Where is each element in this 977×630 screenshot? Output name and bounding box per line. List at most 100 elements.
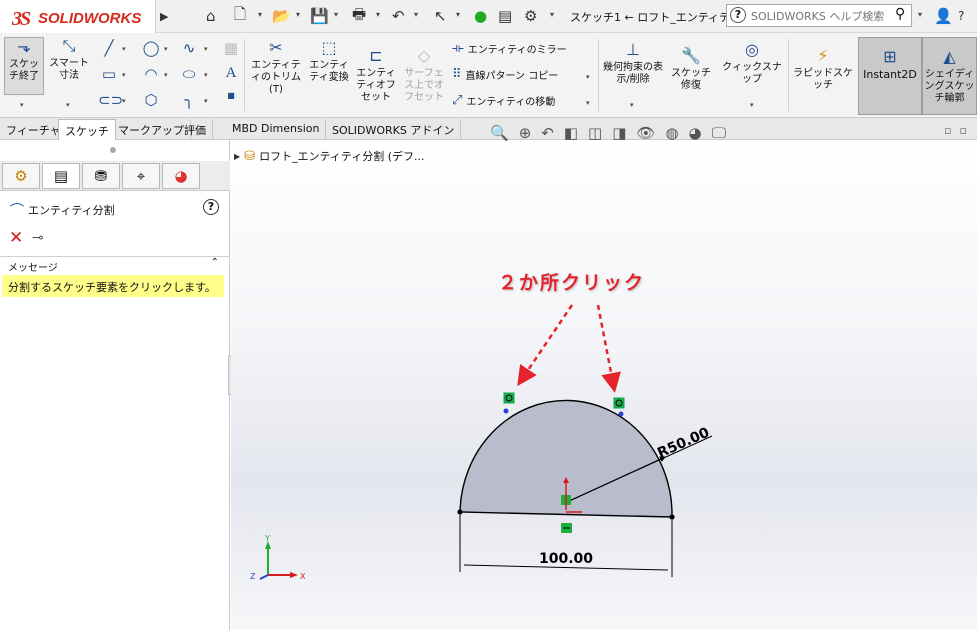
message-section-header[interactable]: メッセージ ⌃	[0, 256, 229, 274]
zoom-area-icon[interactable]: ⊕	[519, 124, 532, 142]
menu-expand-icon[interactable]: ▶	[160, 5, 168, 27]
tab-sketch[interactable]: スケッチ	[58, 119, 116, 141]
smart-dimension-dropdown-icon[interactable]: ▾	[66, 101, 70, 109]
line-icon[interactable]: ╱	[98, 39, 120, 57]
new-document-icon[interactable]: 🗋	[234, 5, 246, 27]
new-dropdown-icon[interactable]: ▾	[258, 10, 262, 19]
featuremanager-icon[interactable]: ⚙	[2, 163, 40, 189]
reference-triad: Y X Z	[250, 535, 306, 581]
spline-dropdown-icon[interactable]: ▾	[204, 45, 208, 53]
select-icon[interactable]: ↖	[434, 5, 447, 27]
slot-dropdown-icon[interactable]: ▾	[122, 97, 126, 105]
circle-icon[interactable]: ◯	[140, 39, 162, 57]
open-dropdown-icon[interactable]: ▾	[296, 10, 300, 19]
rectangle-icon[interactable]: ▭	[98, 65, 120, 83]
cancel-icon[interactable]: ✕	[9, 228, 23, 248]
file-properties-icon[interactable]: ▤	[498, 5, 512, 27]
view-settings-icon[interactable]: 🖵	[712, 124, 726, 142]
point-icon[interactable]: ■	[220, 91, 242, 100]
separator	[598, 39, 599, 111]
repair-sketch-button[interactable]: 🔧 スケッチ修復	[668, 47, 714, 92]
zoom-to-fit-icon[interactable]: 🔍	[490, 124, 509, 142]
pm-help-button[interactable]: ?	[203, 199, 219, 215]
rectangle-dropdown-icon[interactable]: ▾	[122, 71, 126, 79]
panel-grip-icon[interactable]	[110, 147, 116, 153]
save-dropdown-icon[interactable]: ▾	[334, 10, 338, 19]
help-search-input[interactable]	[751, 8, 891, 24]
pattern-dropdown-icon[interactable]: ▾	[586, 73, 590, 81]
print-dropdown-icon[interactable]: ▾	[376, 10, 380, 19]
help-search-box[interactable]: ? ⚲	[726, 4, 912, 27]
spline-icon[interactable]: ∿	[178, 39, 200, 57]
convert-entities-button[interactable]: ⬚ エンティティ変換	[306, 39, 352, 84]
open-icon[interactable]: 📂	[272, 5, 291, 27]
ellipse-icon[interactable]: ⬭	[178, 65, 200, 83]
hide-show-icon[interactable]: 👁	[636, 124, 655, 142]
instant2d-button[interactable]: ⊞ Instant2D	[858, 37, 922, 115]
shaded-sketch-contours-button[interactable]: ◭ シェイディングスケッチ輪郭	[922, 37, 977, 115]
text-icon[interactable]: A	[220, 65, 242, 82]
search-icon[interactable]: ⚲	[895, 6, 905, 22]
options-dropdown-icon[interactable]: ▾	[550, 10, 554, 19]
fillet-dropdown-icon[interactable]: ▾	[204, 97, 208, 105]
arc-dropdown-icon[interactable]: ▾	[164, 71, 168, 79]
commandmanager-tabs: フィーチャー スケッチ マークアップ 評価 MBD Dimension SOLI…	[0, 118, 977, 141]
scene-icon[interactable]: ◕	[689, 124, 702, 142]
fillet-icon[interactable]: ╮	[178, 91, 200, 109]
rapid-sketch-button[interactable]: ⚡ ラピッドスケッチ	[790, 47, 856, 92]
slot-icon[interactable]: ⊂⊃	[98, 91, 123, 109]
help-menu-icon[interactable]: ?	[958, 5, 964, 27]
graphics-area[interactable]	[231, 140, 977, 630]
linear-pattern-button[interactable]: ⠿ 直線パターン コピー	[452, 67, 558, 82]
arc-icon[interactable]: ◠	[140, 65, 162, 83]
trim-entities-button[interactable]: ✂ エンティティのトリム(T)	[248, 39, 304, 96]
view-orientation-icon[interactable]: ◫	[588, 124, 602, 142]
tab-mbd-dimension[interactable]: MBD Dimension	[226, 119, 327, 140]
traffic-light-icon[interactable]: ●	[474, 5, 487, 27]
exit-sketch-dropdown-icon[interactable]: ▾	[20, 101, 24, 109]
offset-entities-button[interactable]: ⊏ エンティティオフセット	[354, 47, 398, 104]
propertymanager-icon[interactable]: ▤	[42, 163, 80, 189]
home-icon[interactable]: ⌂	[206, 5, 216, 27]
polygon-icon[interactable]: ⬡	[140, 91, 162, 109]
display-delete-relations-button[interactable]: ⊥ 幾何拘束の表示/削除	[602, 41, 664, 86]
tab-addins[interactable]: SOLIDWORKS アドイン	[326, 119, 462, 140]
undo-dropdown-icon[interactable]: ▾	[414, 10, 418, 19]
tab-evaluate[interactable]: 評価	[178, 119, 213, 140]
display-manager-icon[interactable]: ◕	[162, 163, 200, 189]
undo-icon[interactable]: ↶	[392, 5, 405, 27]
move-dropdown-icon[interactable]: ▾	[586, 99, 590, 107]
search-dropdown-icon[interactable]: ▾	[918, 10, 922, 19]
mirror-icon: ⟛	[452, 41, 464, 56]
smart-dimension-button[interactable]: ⤡ スマート寸法	[46, 37, 92, 82]
previous-view-icon[interactable]: ↶	[541, 124, 554, 142]
collapse-chevron-icon[interactable]: ⌃	[211, 257, 219, 268]
window-controls[interactable]: ▫▫	[944, 124, 975, 137]
move-entities-button[interactable]: ⤢ エンティティの移動	[452, 93, 555, 108]
expand-arrow-icon[interactable]: ▶	[234, 152, 240, 161]
appearance-icon[interactable]: ◍	[665, 124, 678, 142]
exit-sketch-label: スケッチ終了	[9, 59, 39, 82]
ellipse-dropdown-icon[interactable]: ▾	[204, 71, 208, 79]
exit-sketch-button[interactable]: ⬎ スケッチ終了	[4, 37, 44, 95]
pushpin-icon[interactable]: ⊸	[32, 230, 44, 246]
quick-snaps-dropdown-icon[interactable]: ▾	[750, 101, 754, 109]
surface-offset-button[interactable]: ◇ サーフェス上でオフセット	[400, 47, 448, 104]
print-icon[interactable]: 🖶	[352, 5, 366, 27]
save-icon[interactable]: 💾	[310, 5, 329, 27]
select-dropdown-icon[interactable]: ▾	[456, 10, 460, 19]
mirror-entities-button[interactable]: ⟛ エンティティのミラー	[452, 41, 567, 56]
solidworks-logo[interactable]: 3S SOLIDWORKS	[0, 0, 156, 33]
line-dropdown-icon[interactable]: ▾	[122, 45, 126, 53]
flyout-feature-tree[interactable]: ▶ ⛁ ロフト_エンティティ分割 (デフ...	[234, 148, 425, 164]
options-gear-icon[interactable]: ⚙	[524, 5, 537, 27]
plane-icon[interactable]: ▦	[220, 39, 242, 57]
dimxpert-icon[interactable]: ⌖	[122, 163, 160, 189]
section-view-icon[interactable]: ◧	[564, 124, 578, 142]
configurationmanager-icon[interactable]: ⛃	[82, 163, 120, 189]
relations-dropdown-icon[interactable]: ▾	[630, 101, 634, 109]
circle-dropdown-icon[interactable]: ▾	[164, 45, 168, 53]
quick-snaps-button[interactable]: ◎ クィックスナップ	[720, 41, 784, 86]
user-icon[interactable]: 👤	[934, 5, 953, 27]
display-style-icon[interactable]: ◨	[612, 124, 626, 142]
